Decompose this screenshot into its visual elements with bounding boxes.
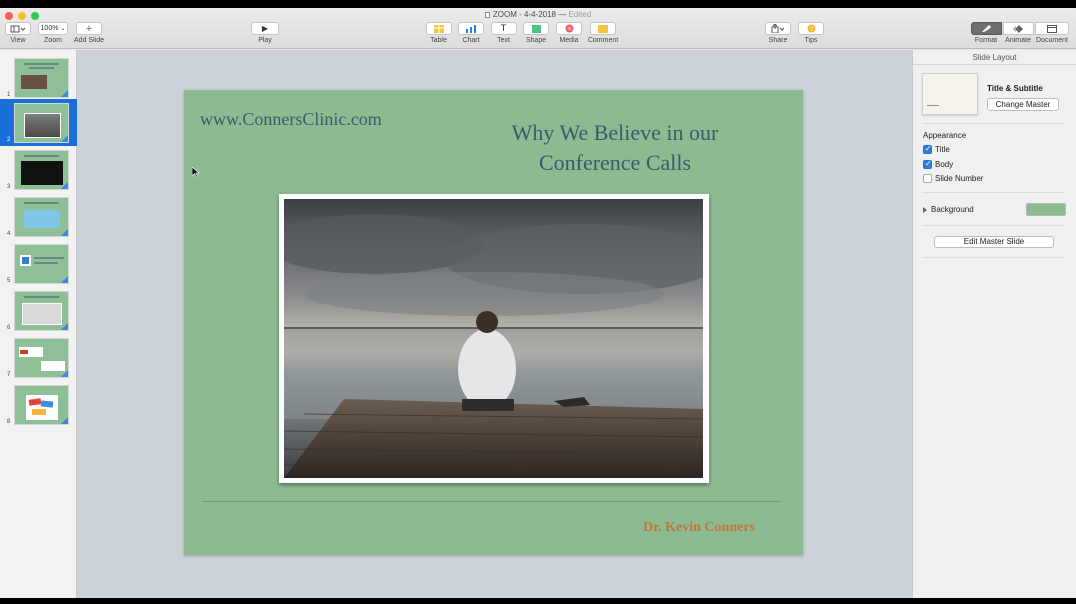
document-panel-icon	[1047, 24, 1057, 33]
media-button[interactable]: Media	[555, 22, 583, 44]
add-slide-button[interactable]: + Add Slide	[74, 22, 104, 44]
shape-button[interactable]: Shape	[522, 22, 550, 44]
slide-thumbnail-8[interactable]: 8	[0, 381, 77, 428]
document-tab[interactable]: Document	[1034, 22, 1070, 44]
slide-canvas[interactable]: www.ConnersClinic.com Why We Believe in …	[77, 50, 912, 598]
comment-icon	[598, 24, 608, 33]
title-checkbox[interactable]	[923, 144, 932, 154]
play-button[interactable]: ▶ Play	[250, 22, 280, 44]
plus-icon: +	[85, 22, 93, 35]
appearance-label: Appearance	[923, 131, 967, 140]
slide-thumbnail-2[interactable]: 2	[0, 99, 77, 146]
chart-button[interactable]: Chart	[457, 22, 485, 44]
body-checkbox[interactable]	[923, 159, 932, 169]
slide-url-text[interactable]: www.ConnersClinic.com	[200, 109, 382, 130]
slide-navigator: 1 2 3 4 5 6 7 8	[0, 50, 77, 598]
body-checkbox-label: Body	[935, 160, 954, 169]
animate-icon	[1013, 24, 1023, 33]
table-icon	[433, 24, 444, 33]
play-icon: ▶	[261, 24, 269, 33]
disclosure-triangle-icon	[923, 206, 927, 213]
share-button[interactable]: Share	[764, 22, 792, 44]
slide-thumbnail-5[interactable]: 5	[0, 240, 77, 287]
tips-icon: ?	[807, 24, 815, 33]
slide-thumbnail-7[interactable]: 7	[0, 334, 77, 381]
zoom-select[interactable]: 100% ⌄ Zoom	[38, 22, 68, 44]
background-disclosure[interactable]: Background	[923, 205, 974, 214]
slide-number-checkbox-label: Slide Number	[935, 174, 984, 183]
animate-tab[interactable]: Animate	[1002, 22, 1034, 44]
slide-title[interactable]: Why We Believe in our Conference Calls	[465, 118, 765, 178]
edit-master-slide-button[interactable]: Edit Master Slide	[934, 236, 1054, 248]
format-tab[interactable]: Format	[970, 22, 1002, 44]
slide-thumbnail-6[interactable]: 6	[0, 287, 77, 334]
table-button[interactable]: Table	[425, 22, 452, 44]
slide-photo[interactable]	[279, 194, 709, 483]
slide-thumbnail-1[interactable]: 1	[0, 54, 77, 101]
slide-image	[21, 75, 47, 89]
slide-image	[24, 210, 60, 228]
share-icon	[771, 24, 785, 33]
text-icon: T	[500, 23, 507, 34]
slide-thumbnail-3[interactable]: 3	[0, 146, 77, 193]
media-icon	[565, 24, 573, 33]
chart-icon	[466, 24, 476, 33]
slide-author-text[interactable]: Dr. Kevin Conners	[643, 520, 755, 536]
master-thumbnail[interactable]: ▬▬▬▬	[922, 73, 978, 115]
mouse-cursor-icon	[192, 167, 200, 178]
title-checkbox-label: Title	[935, 145, 950, 154]
slide-number-checkbox[interactable]	[923, 174, 932, 183]
slide-image	[25, 114, 60, 137]
edited-status: Edited	[568, 10, 592, 19]
keynote-window: ZOOM - 4-4-2018 — Edited View 100% ⌄ Zoom…	[0, 8, 1076, 598]
master-name: Title & Subtitle	[987, 84, 1043, 93]
shape-icon	[531, 24, 541, 33]
slide-image	[21, 161, 63, 185]
paintbrush-icon	[982, 24, 991, 32]
tips-button[interactable]: ? Tips	[797, 22, 825, 44]
toolbar: ZOOM - 4-4-2018 — Edited View 100% ⌄ Zoom…	[0, 8, 1076, 49]
slide-image	[20, 255, 31, 266]
comment-button[interactable]: Comment	[587, 22, 619, 44]
background-color-well[interactable]	[1026, 203, 1066, 216]
slide-divider	[202, 501, 781, 502]
man-on-dock-image	[284, 199, 703, 478]
text-button[interactable]: T Text	[490, 22, 517, 44]
change-master-button[interactable]: Change Master	[987, 98, 1059, 111]
slide-thumbnail-4[interactable]: 4	[0, 193, 77, 240]
slide-image	[22, 303, 62, 325]
view-button[interactable]: View	[4, 22, 32, 44]
chevron-down-icon: ⌄	[60, 26, 66, 32]
window-title: ZOOM - 4-4-2018 — Edited	[0, 10, 1076, 19]
document-icon	[484, 11, 490, 18]
slide[interactable]: www.ConnersClinic.com Why We Believe in …	[184, 90, 803, 555]
sidebar-icon	[10, 25, 26, 32]
inspector-header: Slide Layout	[913, 50, 1076, 65]
format-inspector: Slide Layout ▬▬▬▬ Title & Subtitle Chang…	[912, 50, 1076, 598]
